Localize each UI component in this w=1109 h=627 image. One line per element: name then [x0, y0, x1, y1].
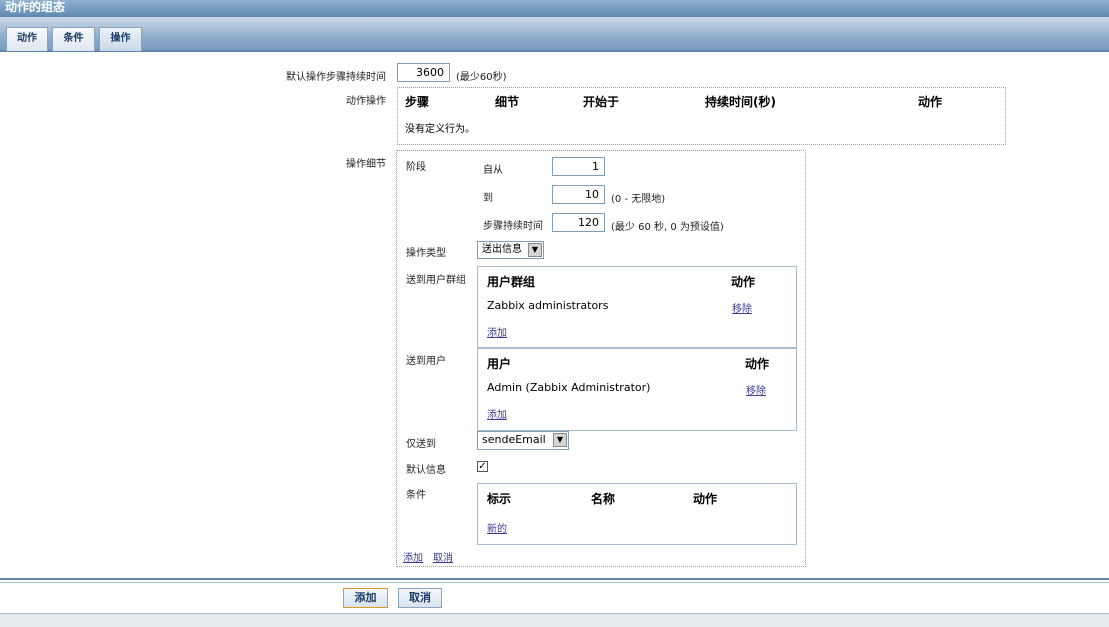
- add-button[interactable]: 添加: [343, 588, 388, 608]
- tab-action[interactable]: 动作: [6, 27, 48, 51]
- tab-conditions[interactable]: 条件: [52, 27, 95, 51]
- col-user: 用户: [487, 357, 512, 371]
- op-type-label: 操作类型: [406, 248, 446, 259]
- to-note: (0 - 无限地): [611, 194, 666, 205]
- col-duration: 持续时间(秒): [705, 95, 776, 109]
- default-duration-note: (最少60秒): [456, 72, 507, 83]
- chevron-down-icon: ▼: [553, 433, 567, 447]
- remove-group-link[interactable]: 移除: [732, 300, 752, 315]
- tab-strip: 动作 条件 操作: [0, 18, 1109, 52]
- user-name: Admin (Zabbix Administrator): [487, 381, 651, 394]
- add-operation-link[interactable]: 添加: [403, 549, 423, 564]
- op-type-value: 送出信息: [482, 244, 522, 255]
- to-label: 到: [483, 193, 493, 204]
- send-only-value: sendeEmail: [482, 433, 546, 446]
- step-duration-note: (最少 60 秒, 0 为预设值): [611, 222, 724, 233]
- col-user-group: 用户群组: [487, 275, 536, 289]
- col-name: 名称: [591, 492, 616, 506]
- send-users-table: 用户 动作 Admin (Zabbix Administrator) 移除 添加: [477, 348, 797, 431]
- footer-bar: [0, 582, 1109, 613]
- send-only-label: 仅送到: [406, 439, 436, 450]
- bottom-band: [0, 613, 1109, 627]
- step-duration-label: 步骤持续时间: [483, 221, 543, 232]
- action-ops-label: 动作操作: [346, 96, 386, 107]
- conditions-table: 标示 名称 动作 新的: [477, 483, 797, 545]
- default-duration-input[interactable]: 3600: [397, 63, 450, 82]
- from-input[interactable]: 1: [552, 157, 605, 176]
- op-details-box: 阶段 自从 1 到 10 (0 - 无限地) 步骤持续时间 120 (最少 60…: [396, 150, 806, 567]
- col-detail: 细节: [495, 95, 520, 109]
- default-msg-label: 默认信息: [406, 465, 446, 476]
- col-label: 标示: [487, 492, 512, 506]
- add-group-link[interactable]: 添加: [487, 324, 507, 339]
- col-cond-action: 动作: [693, 492, 718, 506]
- action-ops-table: 步骤 细节 开始于 持续时间(秒) 动作 没有定义行为。: [397, 87, 1006, 145]
- default-msg-checkbox[interactable]: ✓: [477, 461, 488, 472]
- col-step: 步骤: [405, 95, 430, 109]
- group-name: Zabbix administrators: [487, 299, 609, 312]
- to-input[interactable]: 10: [552, 185, 605, 204]
- chevron-down-icon: ▼: [528, 243, 542, 257]
- col-action: 动作: [918, 95, 943, 109]
- op-type-select[interactable]: 送出信息 ▼: [477, 241, 544, 259]
- send-groups-label: 送到用户群组: [406, 275, 466, 286]
- tab-operations[interactable]: 操作: [99, 27, 142, 51]
- window-title: 动作的组态: [0, 0, 1109, 18]
- col-start: 开始于: [583, 95, 620, 109]
- default-duration-label: 默认操作步骤持续时间: [286, 72, 386, 83]
- col-user-action: 动作: [745, 357, 770, 371]
- add-user-link[interactable]: 添加: [487, 406, 507, 421]
- send-users-label: 送到用户: [406, 356, 446, 367]
- new-condition-link[interactable]: 新的: [487, 520, 507, 535]
- step-duration-input[interactable]: 120: [552, 213, 605, 232]
- stage-label: 阶段: [406, 162, 426, 173]
- op-details-label: 操作细节: [346, 159, 386, 170]
- send-groups-table: 用户群组 动作 Zabbix administrators 移除 添加: [477, 266, 797, 348]
- conditions-label: 条件: [406, 490, 426, 501]
- cancel-button[interactable]: 取消: [398, 588, 442, 608]
- send-only-select[interactable]: sendeEmail ▼: [477, 431, 569, 450]
- remove-user-link[interactable]: 移除: [746, 382, 766, 397]
- cancel-operation-link[interactable]: 取消: [433, 549, 453, 564]
- from-label: 自从: [483, 165, 503, 176]
- footer-divider: [0, 578, 1109, 580]
- col-group-action: 动作: [731, 275, 756, 289]
- empty-text: 没有定义行为。: [405, 124, 475, 135]
